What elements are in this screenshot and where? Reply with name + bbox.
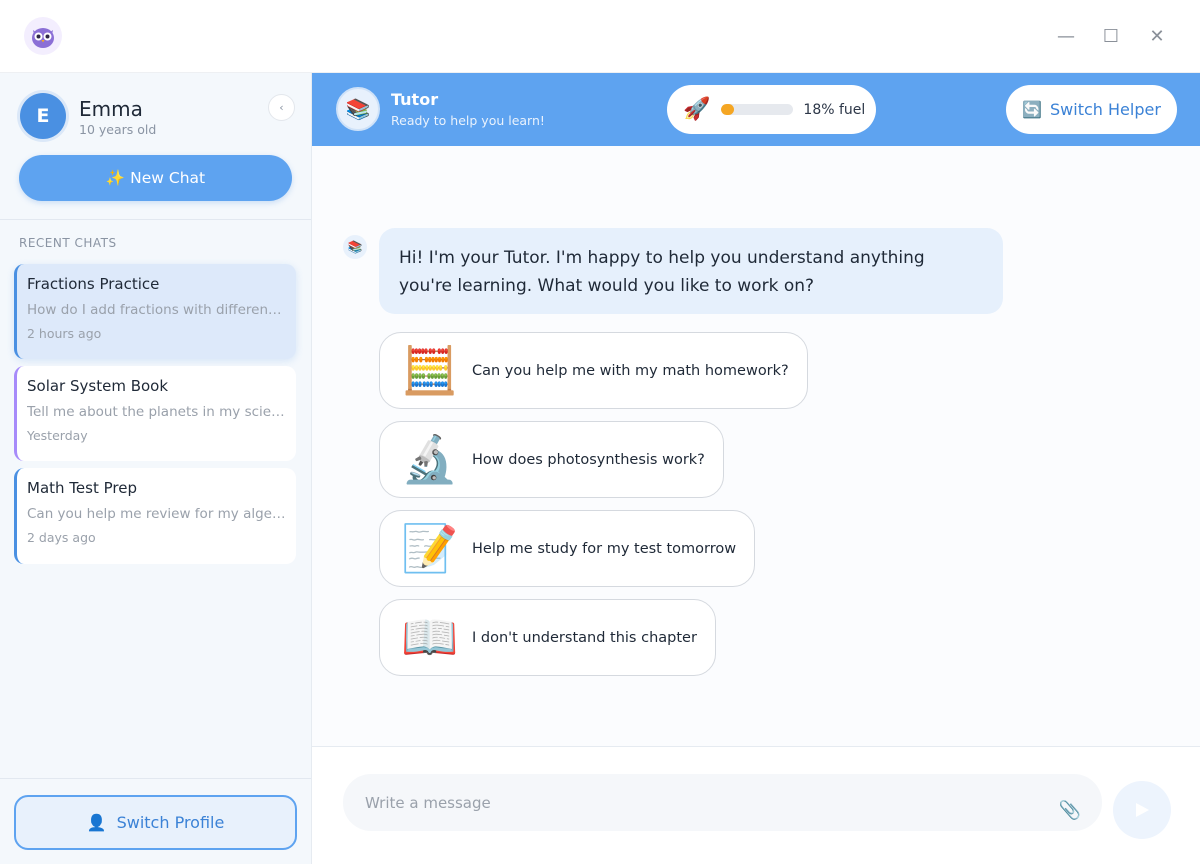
profile-section: E Emma 10 years old ‹ ✨ New Chat: [0, 73, 311, 220]
chat-time: 2 days ago: [27, 530, 96, 545]
owl-logo-icon: [24, 17, 62, 55]
suggestion-button-photosynthesis[interactable]: 🔬 How does photosynthesis work?: [379, 421, 724, 498]
switch-helper-label: Switch Helper: [1050, 100, 1161, 119]
suggestion-text: How does photosynthesis work?: [472, 451, 705, 468]
composer: 📎: [312, 746, 1200, 864]
attach-button[interactable]: 📎: [1059, 799, 1081, 821]
sidebar: E Emma 10 years old ‹ ✨ New Chat RECENT …: [0, 73, 312, 864]
new-chat-button[interactable]: ✨ New Chat: [19, 155, 292, 201]
suggestion-button-math-homework[interactable]: 🧮 Can you help me with my math homework?: [379, 332, 808, 409]
chat-item-fractions-practice[interactable]: Fractions Practice How do I add fraction…: [14, 264, 296, 359]
suggestion-button-study-test[interactable]: 📝 Help me study for my test tomorrow: [379, 510, 756, 587]
fuel-progress-bar: [721, 104, 794, 115]
memo-icon: 📝: [401, 521, 459, 575]
message-input[interactable]: [343, 774, 1102, 831]
close-icon: ✕: [1149, 25, 1165, 47]
message-area: 📚 Hi! I'm your Tutor. I'm happy to help …: [312, 146, 1200, 746]
send-icon: [1136, 803, 1149, 817]
chat-item-math-test-prep[interactable]: Math Test Prep Can you help me review fo…: [14, 468, 296, 564]
fuel-meter: 🚀 18% fuel: [667, 85, 876, 134]
switch-profile-label: Switch Profile: [116, 813, 225, 832]
chevron-left-icon: ‹: [279, 101, 284, 114]
user-icon: 👤: [86, 813, 107, 832]
chat-title: Fractions Practice: [27, 275, 160, 293]
bot-message: Hi! I'm your Tutor. I'm happy to help yo…: [379, 228, 1003, 314]
chat-title: Math Test Prep: [27, 479, 137, 497]
user-name: Emma: [79, 97, 143, 121]
title-bar: — ☐ ✕: [0, 0, 1200, 73]
send-button[interactable]: [1113, 781, 1171, 839]
suggestion-text: I don't understand this chapter: [472, 629, 697, 646]
user-age: 10 years old: [79, 122, 157, 137]
chat-time: 2 hours ago: [27, 326, 102, 341]
chat-preview: Can you help me review for my algebra te…: [27, 506, 286, 522]
chat-time: Yesterday: [27, 428, 88, 443]
open-book-icon: 📖: [401, 610, 459, 664]
chat-item-solar-system-book[interactable]: Solar System Book Tell me about the plan…: [14, 366, 296, 461]
suggestion-text: Can you help me with my math homework?: [472, 362, 789, 379]
maximize-button[interactable]: ☐: [1097, 22, 1125, 50]
abacus-icon: 🧮: [401, 343, 459, 397]
avatar: E: [20, 93, 66, 139]
switch-profile-button[interactable]: 👤 Switch Profile: [14, 795, 297, 850]
chat-preview: How do I add fractions with different de…: [27, 302, 286, 318]
chat-header: 📚 Tutor Ready to help you learn! 🚀 18% f…: [312, 73, 1200, 146]
suggestion-text: Help me study for my test tomorrow: [472, 540, 737, 557]
minimize-icon: —: [1057, 25, 1075, 47]
paperclip-icon: 📎: [1058, 799, 1082, 821]
books-icon: 📚: [336, 87, 380, 131]
minimize-button[interactable]: —: [1052, 22, 1080, 50]
collapse-sidebar-button[interactable]: ‹: [268, 94, 295, 121]
recent-chats-heading: RECENT CHATS: [19, 236, 117, 250]
books-icon: 📚: [343, 235, 367, 259]
rocket-icon: 🚀: [683, 97, 711, 122]
switch-icon: 🔄: [1022, 100, 1043, 119]
switch-helper-button[interactable]: 🔄 Switch Helper: [1006, 85, 1177, 134]
chat-preview: Tell me about the planets in my science …: [27, 404, 286, 420]
fuel-progress-fill: [721, 104, 735, 115]
fuel-label: 18% fuel: [803, 101, 866, 118]
helper-name: Tutor: [391, 90, 439, 109]
maximize-icon: ☐: [1102, 25, 1120, 47]
microscope-icon: 🔬: [401, 432, 459, 486]
close-button[interactable]: ✕: [1143, 22, 1171, 50]
helper-status: Ready to help you learn!: [391, 113, 545, 128]
chat-title: Solar System Book: [27, 377, 169, 395]
suggestion-button-chapter[interactable]: 📖 I don't understand this chapter: [379, 599, 716, 676]
sidebar-footer: 👤 Switch Profile: [0, 778, 311, 864]
